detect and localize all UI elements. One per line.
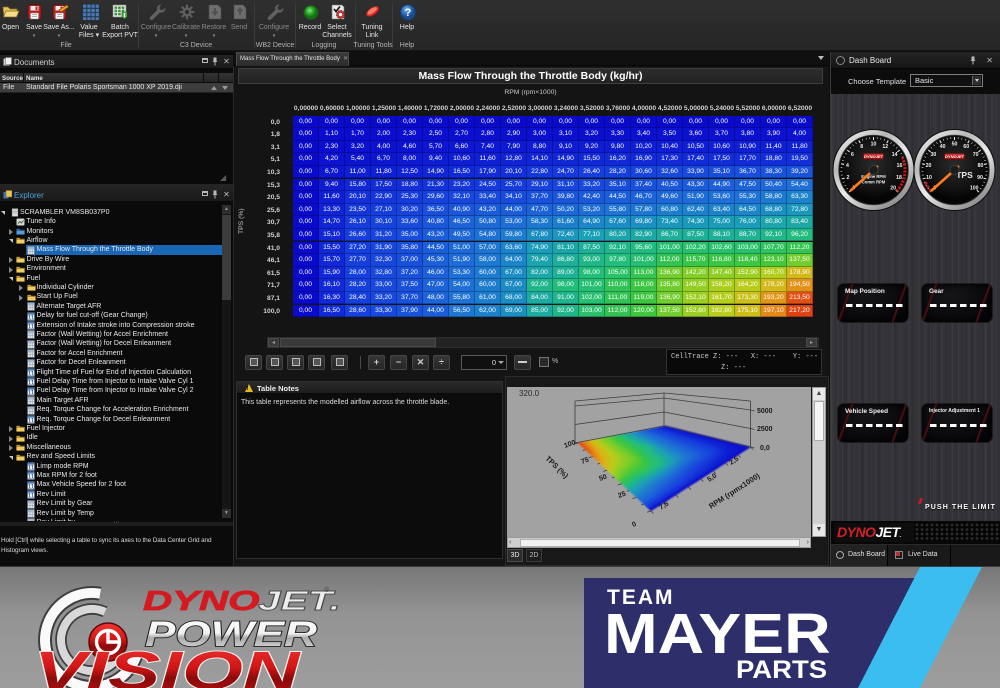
svg-text:60: 60 xyxy=(963,144,969,150)
svg-text:70: 70 xyxy=(973,152,979,158)
svg-text:®: ® xyxy=(324,586,330,594)
svg-text:16: 16 xyxy=(897,163,903,169)
svg-text:10: 10 xyxy=(871,141,877,147)
svg-text:DYNOJET: DYNOJET xyxy=(945,154,964,159)
svg-text:Comm RPM: Comm RPM xyxy=(862,180,886,185)
svg-text:90: 90 xyxy=(977,175,983,181)
svg-text:80: 80 xyxy=(978,163,984,169)
svg-text:6: 6 xyxy=(851,152,854,158)
svg-text:DYNOJET: DYNOJET xyxy=(864,154,883,159)
svg-text:320.0: 320.0 xyxy=(519,389,540,398)
svg-text:20: 20 xyxy=(890,186,896,192)
svg-text:20: 20 xyxy=(926,163,932,169)
svg-text:2500: 2500 xyxy=(757,426,773,433)
svg-text:8: 8 xyxy=(860,144,863,150)
svg-text:40: 40 xyxy=(940,144,946,150)
svg-text:10: 10 xyxy=(926,175,932,181)
svg-text:DYNO: DYNO xyxy=(143,586,259,617)
svg-text:18: 18 xyxy=(896,175,902,181)
svg-text:VISION: VISION xyxy=(34,641,301,688)
svg-text:5000: 5000 xyxy=(757,408,773,415)
svg-text:50: 50 xyxy=(952,141,958,147)
svg-text:12: 12 xyxy=(882,144,888,150)
svg-text:100: 100 xyxy=(970,186,979,192)
svg-text:30: 30 xyxy=(931,152,937,158)
svg-text:0,0: 0,0 xyxy=(760,445,770,452)
svg-text:2: 2 xyxy=(847,175,850,181)
svg-text:PARTS: PARTS xyxy=(736,655,827,684)
svg-text:4: 4 xyxy=(846,163,849,169)
svg-text:14: 14 xyxy=(892,152,898,158)
